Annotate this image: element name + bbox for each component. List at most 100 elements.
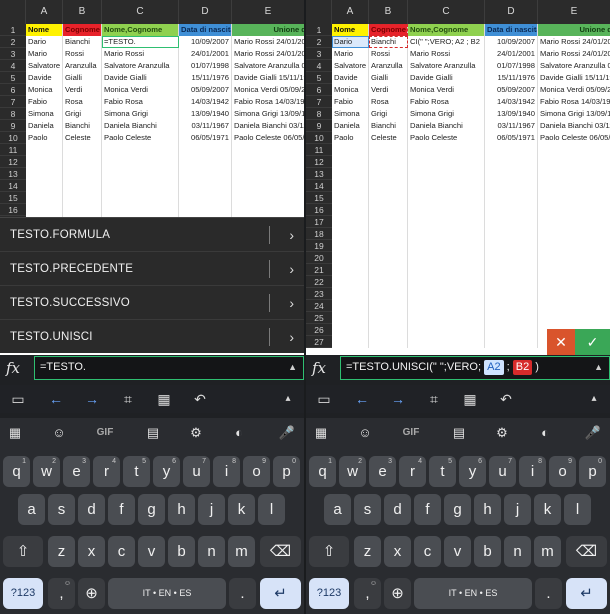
keyboard-toggle-icon[interactable]: ▭ <box>312 385 336 413</box>
table-cell[interactable] <box>538 216 610 228</box>
table-cell[interactable]: Davide <box>332 72 369 84</box>
comma-key[interactable]: , ☺ <box>48 578 75 609</box>
row-header[interactable]: 7 <box>306 96 332 108</box>
table-cell[interactable] <box>332 168 369 180</box>
table-cell[interactable]: Aranzulla <box>369 60 408 72</box>
key-a[interactable]: a <box>18 494 45 525</box>
table-cell[interactable] <box>26 180 63 192</box>
table-cell[interactable] <box>485 276 538 288</box>
table-cell[interactable] <box>538 300 610 312</box>
table-cell[interactable]: Salvatore Aranzulla 0 <box>538 60 610 72</box>
table-cell[interactable]: 10/09/2007 <box>485 36 538 48</box>
table-cell[interactable]: 01/07/1998 <box>179 60 232 72</box>
table-cell[interactable] <box>179 168 232 180</box>
key-j[interactable]: j <box>504 494 531 525</box>
table-cell[interactable]: Monica Verdi 05/09/20 <box>538 84 610 96</box>
referenced-cell-a2[interactable]: Dario <box>332 36 369 48</box>
table-cell[interactable] <box>179 204 232 216</box>
table-cell[interactable]: 01/07/1998 <box>485 60 538 72</box>
sticker-icon[interactable]: ☺ <box>350 418 380 448</box>
table-cell[interactable] <box>538 288 610 300</box>
table-cell[interactable]: Paolo <box>332 132 369 144</box>
key-b[interactable]: b <box>474 536 501 567</box>
row-header[interactable]: 5 <box>0 72 26 84</box>
table-cell[interactable]: Daniela <box>26 120 63 132</box>
column-title-cell[interactable]: Data di nascita <box>485 24 538 36</box>
key-y[interactable]: y6 <box>153 456 180 487</box>
table-cell[interactable]: Mario Rossi <box>408 48 485 60</box>
table-cell[interactable]: Grigi <box>369 108 408 120</box>
row-header[interactable]: 1 <box>306 24 332 36</box>
key-o[interactable]: o9 <box>243 456 270 487</box>
row-header[interactable]: 3 <box>0 48 26 60</box>
table-cell[interactable] <box>408 336 485 348</box>
table-cell[interactable] <box>232 156 304 168</box>
microphone-icon[interactable]: 🎤 <box>578 418 608 448</box>
column-header-b[interactable]: B <box>369 0 408 24</box>
autocomplete-item-testo-precedente[interactable]: TESTO.PRECEDENTE › <box>0 252 304 286</box>
table-cell[interactable] <box>332 204 369 216</box>
table-cell[interactable] <box>538 180 610 192</box>
confirm-button[interactable]: ✓ <box>575 329 610 355</box>
key-r[interactable]: r4 <box>93 456 120 487</box>
key-h[interactable]: h <box>474 494 501 525</box>
row-header[interactable]: 10 <box>306 132 332 144</box>
table-cell[interactable] <box>369 216 408 228</box>
table-cell[interactable]: Simona Grigi 13/09/19 <box>232 108 304 120</box>
table-cell[interactable]: Davide <box>26 72 63 84</box>
table-cell[interactable] <box>63 192 102 204</box>
table-cell[interactable] <box>332 336 369 348</box>
table-cell[interactable] <box>369 204 408 216</box>
row-header[interactable]: 21 <box>306 264 332 276</box>
table-cell[interactable] <box>369 288 408 300</box>
key-w[interactable]: w2 <box>33 456 60 487</box>
table-cell[interactable] <box>408 168 485 180</box>
table-cell[interactable] <box>408 192 485 204</box>
table-cell[interactable] <box>26 156 63 168</box>
table-cell[interactable] <box>26 144 63 156</box>
space-bar[interactable]: IT • EN • ES <box>414 578 532 609</box>
table-cell[interactable]: Bianchi <box>63 36 102 48</box>
expand-caret-icon[interactable]: ▲ <box>288 357 297 378</box>
row-header[interactable]: 26 <box>306 324 332 336</box>
row-header[interactable]: 16 <box>0 204 26 216</box>
table-cell[interactable] <box>485 336 538 348</box>
row-header[interactable]: 20 <box>306 252 332 264</box>
table-cell[interactable]: Simona Grigi <box>408 108 485 120</box>
referenced-cell-b2[interactable]: Bianchi <box>369 36 408 48</box>
enter-key[interactable]: ↵ <box>566 578 607 609</box>
table-cell[interactable]: 14/03/1942 <box>179 96 232 108</box>
table-cell[interactable]: Daniela Bianchi 03/11 <box>232 120 304 132</box>
key-j[interactable]: j <box>198 494 225 525</box>
key-u[interactable]: u7 <box>183 456 210 487</box>
table-cell[interactable] <box>408 300 485 312</box>
table-cell[interactable]: 15/11/1976 <box>179 72 232 84</box>
table-cell[interactable]: 06/05/1971 <box>179 132 232 144</box>
row-header[interactable]: 8 <box>0 108 26 120</box>
key-c[interactable]: c <box>108 536 135 567</box>
table-cell[interactable] <box>408 252 485 264</box>
table-cell[interactable]: 06/05/1971 <box>485 132 538 144</box>
column-header-a[interactable]: A <box>332 0 369 24</box>
table-cell[interactable] <box>538 192 610 204</box>
redo-arrow-icon[interactable]: → <box>386 385 410 413</box>
table-cell[interactable] <box>485 168 538 180</box>
table-cell[interactable] <box>332 144 369 156</box>
backspace-key[interactable]: ⌫ <box>566 536 607 567</box>
row-header[interactable]: 6 <box>0 84 26 96</box>
column-title-cell[interactable]: Nome,Cognome <box>102 24 179 36</box>
table-cell[interactable] <box>332 156 369 168</box>
table-cell[interactable] <box>538 144 610 156</box>
key-m[interactable]: m <box>228 536 255 567</box>
table-cell[interactable]: Mario Rossi 24/01/20 <box>232 36 304 48</box>
table-cell[interactable] <box>538 168 610 180</box>
table-cell[interactable] <box>485 288 538 300</box>
autocomplete-item-testo-unisci[interactable]: TESTO.UNISCI › <box>0 320 304 354</box>
key-g[interactable]: g <box>444 494 471 525</box>
chevron-right-icon[interactable]: › <box>289 286 294 320</box>
table-cell[interactable]: Davide Gialli 15/11/19 <box>232 72 304 84</box>
table-cell[interactable]: Rossi <box>369 48 408 60</box>
table-cell[interactable] <box>63 144 102 156</box>
table-cell[interactable] <box>538 228 610 240</box>
table-cell[interactable]: Davide Gialli <box>408 72 485 84</box>
